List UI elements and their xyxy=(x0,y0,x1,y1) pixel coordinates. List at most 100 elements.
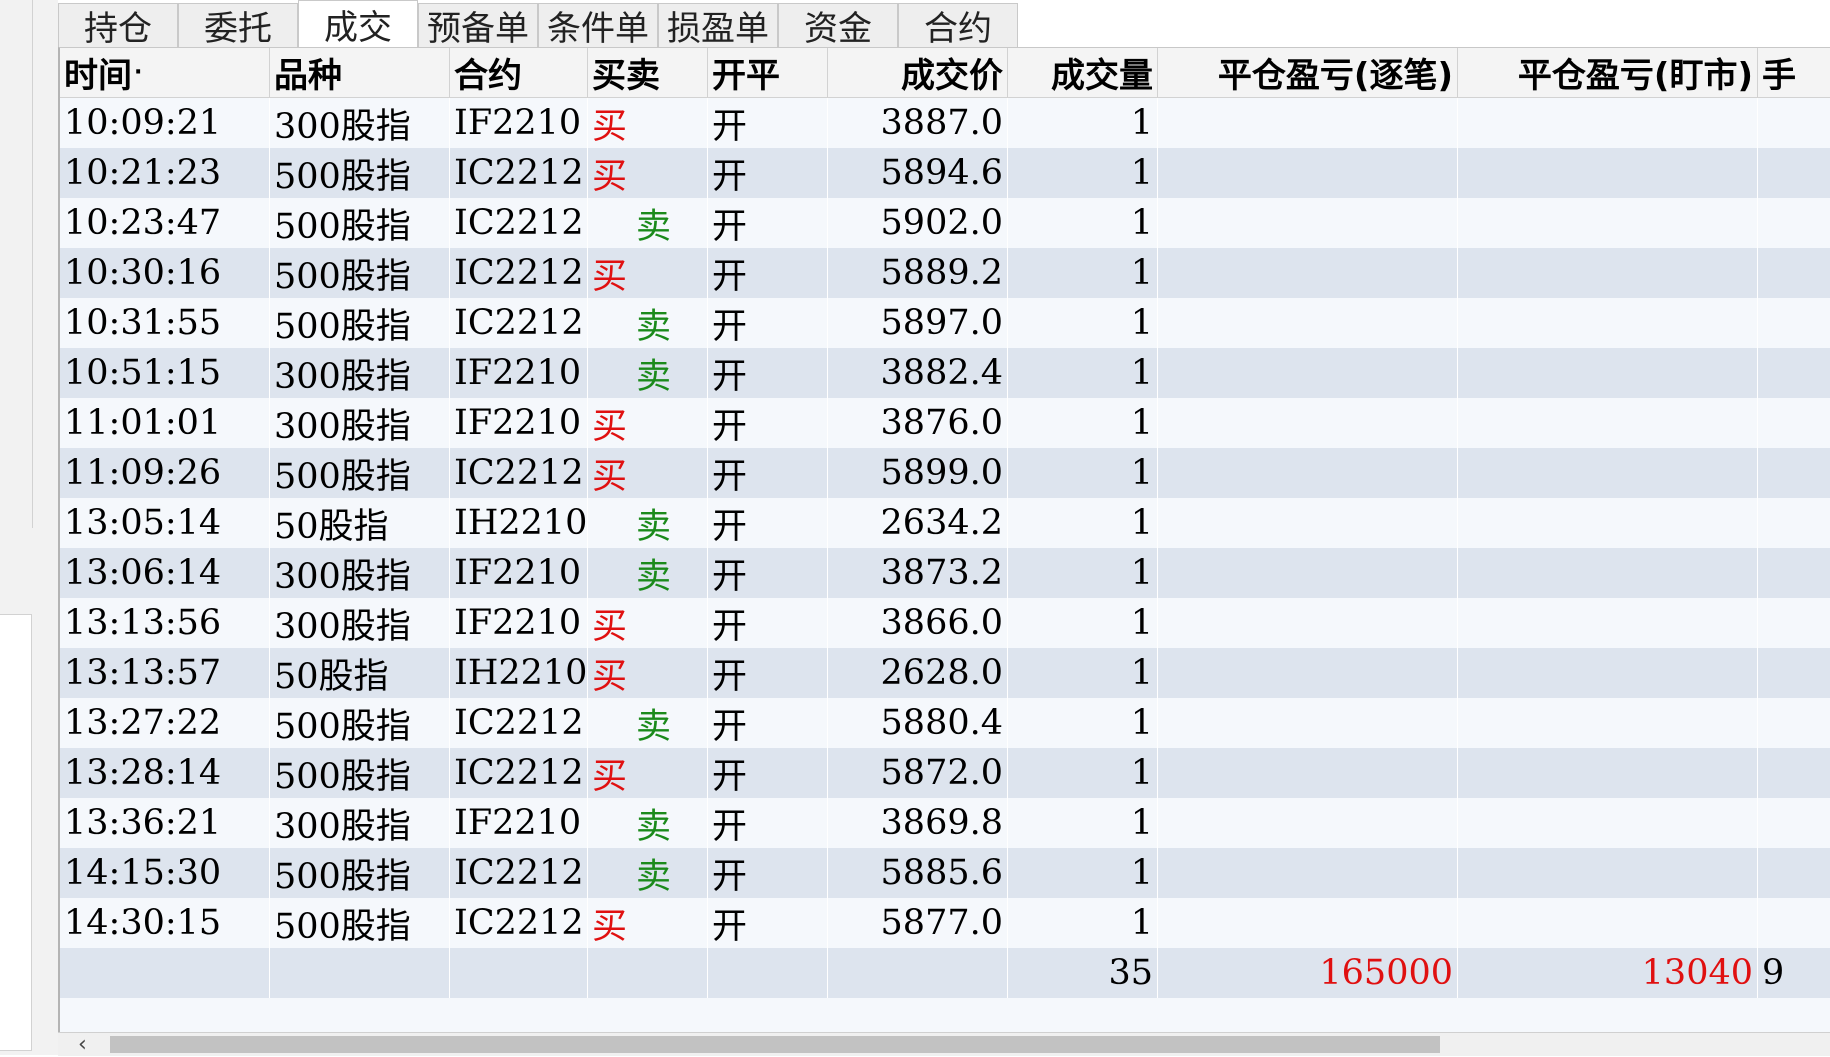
cell-pnl-mark xyxy=(1458,648,1758,698)
column-header-side[interactable]: 买卖 xyxy=(588,48,708,98)
cell-pnl-trade xyxy=(1158,548,1458,598)
cell-offset: 开 xyxy=(708,898,828,948)
column-header-more[interactable]: 手 xyxy=(1758,48,1830,98)
tab-conditional-orders[interactable]: 条件单 xyxy=(538,3,658,49)
summary-cell-offset xyxy=(708,948,828,998)
cell-contract: IF2210 xyxy=(450,798,588,848)
cell-price: 5889.2 xyxy=(828,248,1008,298)
cell-side: 卖 xyxy=(588,498,708,548)
cell-volume: 1 xyxy=(1008,798,1158,848)
cell-time: 13:36:21 xyxy=(60,798,270,848)
cell-product: 500股指 xyxy=(270,148,450,198)
column-header-offset[interactable]: 开平 xyxy=(708,48,828,98)
cell-price: 5872.0 xyxy=(828,748,1008,798)
scroll-left-arrow-icon[interactable]: ‹ xyxy=(78,1033,102,1056)
cell-pnl-mark xyxy=(1458,298,1758,348)
cell-volume: 1 xyxy=(1008,448,1158,498)
cell-side: 买 xyxy=(588,648,708,698)
tab-funds[interactable]: 资金 xyxy=(778,3,898,49)
table-row[interactable]: 10:21:23 500股指 IC2212 买开 5894.6 1 xyxy=(60,148,1830,198)
cell-more xyxy=(1758,248,1830,298)
cell-volume: 1 xyxy=(1008,248,1158,298)
cell-contract: IC2212 xyxy=(450,148,588,198)
tab-preorders[interactable]: 预备单 xyxy=(418,3,538,49)
cell-price: 3887.0 xyxy=(828,98,1008,148)
table-row[interactable]: 10:09:21 300股指 IF2210 买开 3887.0 1 xyxy=(60,98,1830,148)
tab-contracts[interactable]: 合约 xyxy=(898,3,1018,49)
cell-product: 50股指 xyxy=(270,498,450,548)
cell-product: 500股指 xyxy=(270,698,450,748)
cell-more xyxy=(1758,598,1830,648)
column-header-product[interactable]: 品种 xyxy=(270,48,450,98)
cell-more xyxy=(1758,898,1830,948)
tab-positions[interactable]: 持仓 xyxy=(58,3,178,49)
table-row[interactable]: 13:06:14 300股指 IF2210 卖开 3873.2 1 xyxy=(60,548,1830,598)
cell-side: 买 xyxy=(588,598,708,648)
table-row[interactable]: 13:28:14 500股指 IC2212 买开 5872.0 1 xyxy=(60,748,1830,798)
table-row[interactable]: 10:23:47 500股指 IC2212 卖开 5902.0 1 xyxy=(60,198,1830,248)
cell-price: 5899.0 xyxy=(828,448,1008,498)
cell-volume: 1 xyxy=(1008,398,1158,448)
cell-pnl-trade xyxy=(1158,598,1458,648)
left-panel-divider xyxy=(0,0,33,528)
cell-offset: 开 xyxy=(708,348,828,398)
tab-orders[interactable]: 委托 xyxy=(178,3,298,49)
table-row[interactable]: 13:36:21 300股指 IF2210 卖开 3869.8 1 xyxy=(60,798,1830,848)
scrollbar-thumb[interactable] xyxy=(110,1036,1440,1053)
table-row[interactable]: 11:01:01 300股指 IF2210 买开 3876.0 1 xyxy=(60,398,1830,448)
cell-pnl-trade xyxy=(1158,248,1458,298)
table-row[interactable]: 13:13:56 300股指 IF2210 买开 3866.0 1 xyxy=(60,598,1830,648)
cell-more xyxy=(1758,348,1830,398)
table-row[interactable]: 10:30:16 500股指 IC2212 买开 5889.2 1 xyxy=(60,248,1830,298)
table-row[interactable]: 13:05:14 50股指 IH2210 卖开 2634.2 1 xyxy=(60,498,1830,548)
cell-pnl-mark xyxy=(1458,598,1758,648)
cell-more xyxy=(1758,548,1830,598)
table-row[interactable]: 14:15:30 500股指 IC2212 卖开 5885.6 1 xyxy=(60,848,1830,898)
table-row[interactable]: 13:27:22 500股指 IC2212 卖开 5880.4 1 xyxy=(60,698,1830,748)
cell-pnl-trade xyxy=(1158,848,1458,898)
cell-contract: IC2212 xyxy=(450,448,588,498)
cell-pnl-trade xyxy=(1158,198,1458,248)
cell-contract: IC2212 xyxy=(450,898,588,948)
cell-product: 50股指 xyxy=(270,648,450,698)
cell-side: 买 xyxy=(588,248,708,298)
tab-trades[interactable]: 成交 xyxy=(298,0,418,48)
column-header-volume[interactable]: 成交量 xyxy=(1008,48,1158,98)
cell-side: 买 xyxy=(588,898,708,948)
cell-volume: 1 xyxy=(1008,848,1158,898)
cell-offset: 开 xyxy=(708,148,828,198)
cell-more xyxy=(1758,698,1830,748)
cell-time: 13:13:57 xyxy=(60,648,270,698)
cell-volume: 1 xyxy=(1008,548,1158,598)
table-row[interactable]: 14:30:15 500股指 IC2212 买开 5877.0 1 xyxy=(60,898,1830,948)
cell-time: 13:27:22 xyxy=(60,698,270,748)
tab-stop-profit-orders[interactable]: 损盈单 xyxy=(658,3,778,49)
column-header-contract[interactable]: 合约 xyxy=(450,48,588,98)
cell-time: 14:30:15 xyxy=(60,898,270,948)
cell-contract: IC2212 xyxy=(450,848,588,898)
cell-time: 13:13:56 xyxy=(60,598,270,648)
column-header-close-pnl-trade[interactable]: 平仓盈亏(逐笔) xyxy=(1158,48,1458,98)
cell-product: 500股指 xyxy=(270,248,450,298)
summary-cell-product xyxy=(270,948,450,998)
cell-pnl-trade xyxy=(1158,898,1458,948)
table-row[interactable]: 13:13:57 50股指 IH2210 买开 2628.0 1 xyxy=(60,648,1830,698)
horizontal-scrollbar[interactable]: ‹ xyxy=(58,1032,1830,1056)
cell-contract: IC2212 xyxy=(450,198,588,248)
column-header-close-pnl-mark[interactable]: 平仓盈亏(盯市) xyxy=(1458,48,1758,98)
cell-contract: IC2212 xyxy=(450,298,588,348)
column-header-time[interactable]: 时间 · xyxy=(60,48,270,98)
cell-price: 3882.4 xyxy=(828,348,1008,398)
cell-price: 2628.0 xyxy=(828,648,1008,698)
column-header-price[interactable]: 成交价 xyxy=(828,48,1008,98)
cell-product: 500股指 xyxy=(270,898,450,948)
table-row[interactable]: 10:51:15 300股指 IF2210 卖开 3882.4 1 xyxy=(60,348,1830,398)
cell-pnl-mark xyxy=(1458,498,1758,548)
table-row[interactable]: 10:31:55 500股指 IC2212 卖开 5897.0 1 xyxy=(60,298,1830,348)
cell-volume: 1 xyxy=(1008,598,1158,648)
cell-more xyxy=(1758,648,1830,698)
table-row[interactable]: 11:09:26 500股指 IC2212 买开 5899.0 1 xyxy=(60,448,1830,498)
cell-pnl-mark xyxy=(1458,398,1758,448)
cell-pnl-trade xyxy=(1158,648,1458,698)
summary-cell-time xyxy=(60,948,270,998)
